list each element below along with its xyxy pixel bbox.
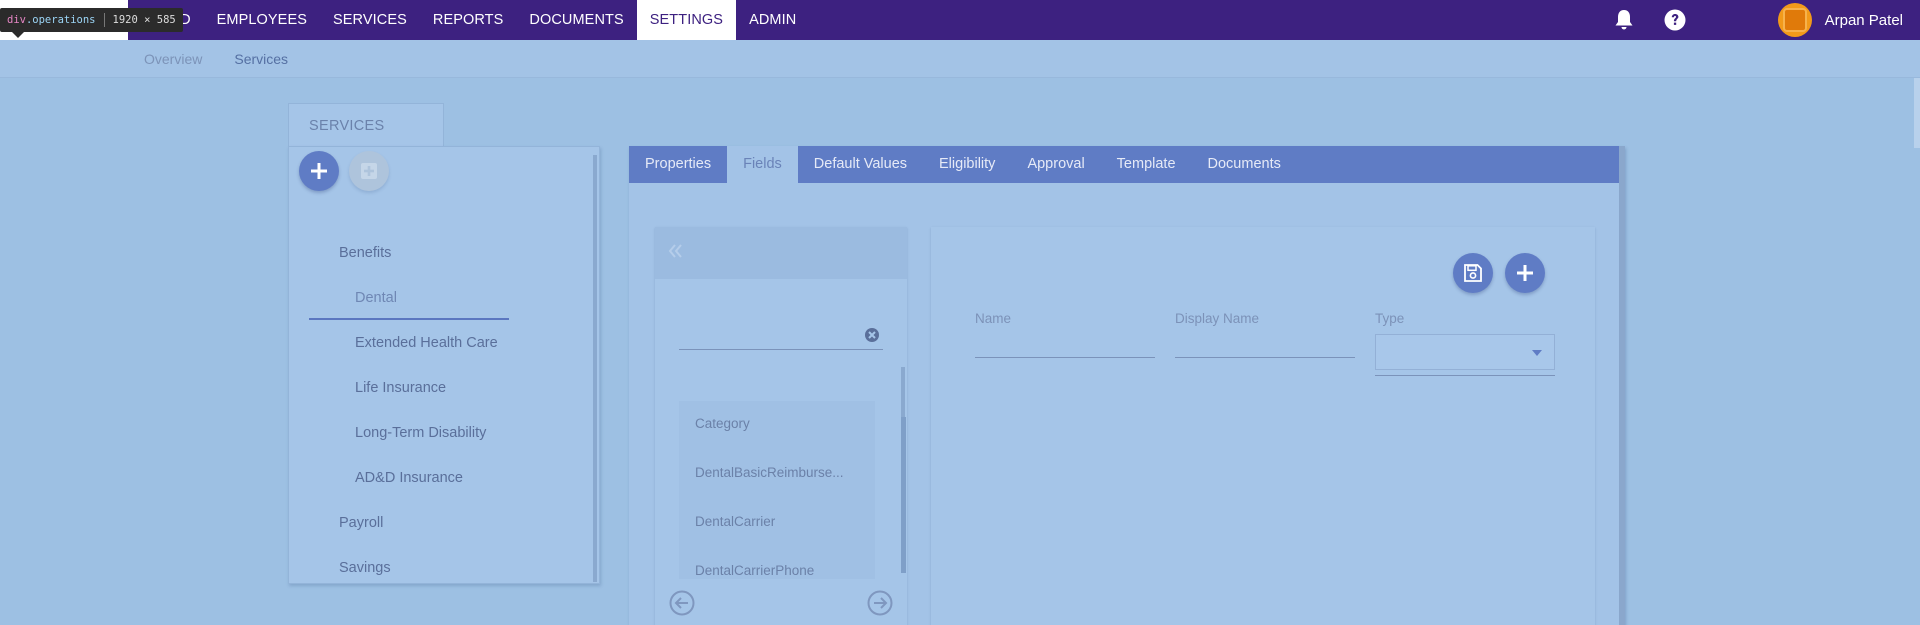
top-nav: HBOARD EMPLOYEES SERVICES REPORTS DOCUME… <box>0 0 1920 40</box>
tab-documents[interactable]: Documents <box>1192 146 1297 183</box>
tooltip-arrow <box>12 32 24 38</box>
tooltip-tag: div <box>7 14 26 26</box>
service-editor: Properties Fields Default Values Eligibi… <box>629 146 1625 625</box>
services-panel <box>288 146 600 584</box>
add-service-button[interactable] <box>299 151 339 191</box>
double-chevron-left-icon[interactable] <box>667 243 685 259</box>
list-item[interactable]: Category <box>695 416 750 431</box>
display-name-label: Display Name <box>1175 311 1260 326</box>
chevron-down-icon <box>1532 350 1542 356</box>
list-item[interactable]: DentalBasicReimburse... <box>695 465 844 480</box>
tree-item-payroll[interactable]: Payroll <box>339 515 383 531</box>
name-field[interactable] <box>975 329 1155 353</box>
tree-item-savings[interactable]: Savings <box>339 560 391 576</box>
list-item[interactable]: DentalCarrierPhone <box>695 563 814 578</box>
tree-item-dental[interactable]: Dental <box>355 290 397 306</box>
fields-list-panel: Category DentalBasicReimburse... DentalC… <box>655 227 907 625</box>
services-panel-border <box>444 146 600 147</box>
plus-square-icon <box>361 163 377 179</box>
tree-item-benefits[interactable]: Benefits <box>339 245 391 261</box>
tooltip-divider <box>103 13 105 27</box>
main-menu: HBOARD EMPLOYEES SERVICES REPORTS DOCUME… <box>128 0 809 40</box>
field-list: Category DentalBasicReimburse... DentalC… <box>679 401 875 579</box>
subnav-services[interactable]: Services <box>234 51 288 67</box>
editor-right-border <box>1619 146 1625 625</box>
type-label: Type <box>1375 311 1405 326</box>
tree-item-extended-health-care[interactable]: Extended Health Care <box>355 335 498 351</box>
type-select-underline <box>1375 375 1555 376</box>
display-name-underline <box>1175 357 1355 358</box>
tab-eligibility[interactable]: Eligibility <box>923 146 1011 183</box>
tab-approval[interactable]: Approval <box>1011 146 1100 183</box>
services-scrollbar[interactable] <box>593 155 597 582</box>
field-search-input[interactable] <box>679 323 859 347</box>
subnav-overview[interactable]: Overview <box>144 51 202 67</box>
tree-item-add-insurance[interactable]: AD&D Insurance <box>355 470 463 486</box>
field-search-underline <box>679 349 883 350</box>
name-label: Name <box>975 311 1012 326</box>
tab-properties[interactable]: Properties <box>629 146 727 183</box>
nav-services[interactable]: SERVICES <box>320 0 420 40</box>
nav-employees[interactable]: EMPLOYEES <box>204 0 320 40</box>
arrow-right-circle-icon[interactable] <box>867 590 893 616</box>
tree-item-long-term-disability[interactable]: Long-Term Disability <box>355 425 486 441</box>
avatar-image <box>1782 8 1807 32</box>
services-panel-tab: SERVICES <box>288 103 444 147</box>
nav-settings[interactable]: SETTINGS <box>636 0 737 40</box>
devtools-tooltip: div .operations 1920 × 585 <box>0 8 183 32</box>
nav-right-tools: Arpan Patel <box>1612 0 1920 40</box>
list-item[interactable]: DentalCarrier <box>695 514 775 529</box>
clear-circle-icon[interactable] <box>864 327 880 343</box>
editor-tabs: Properties Fields Default Values Eligibi… <box>629 146 1619 183</box>
nav-admin[interactable]: ADMIN <box>736 0 809 40</box>
sub-nav: Overview Services <box>0 40 1920 78</box>
field-form: Name Display Name Type <box>931 227 1595 625</box>
display-name-field[interactable] <box>1175 329 1355 353</box>
services-panel-title: SERVICES <box>309 118 385 134</box>
tab-default-values[interactable]: Default Values <box>798 146 923 183</box>
tooltip-size: 1920 × 585 <box>112 14 176 26</box>
nav-documents[interactable]: DOCUMENTS <box>516 0 636 40</box>
save-field-button[interactable] <box>1453 253 1493 293</box>
tooltip-class: .operations <box>25 14 96 26</box>
arrow-left-circle-icon[interactable] <box>669 590 695 616</box>
fields-list-header <box>655 227 907 279</box>
question-circle-icon[interactable] <box>1663 8 1687 32</box>
tree-item-life-insurance[interactable]: Life Insurance <box>355 380 446 396</box>
field-list-scroll-thumb[interactable] <box>901 417 906 573</box>
plus-icon <box>1517 265 1533 281</box>
add-subservice-button[interactable] <box>349 151 389 191</box>
page-scrollbar[interactable] <box>1914 78 1920 148</box>
name-field-underline <box>975 357 1155 358</box>
type-select[interactable] <box>1375 334 1555 370</box>
bell-icon[interactable] <box>1612 8 1636 32</box>
plus-icon <box>311 163 327 179</box>
tab-template[interactable]: Template <box>1101 146 1192 183</box>
tab-fields[interactable]: Fields <box>727 146 798 183</box>
avatar[interactable] <box>1777 3 1812 37</box>
add-field-button[interactable] <box>1505 253 1545 293</box>
save-icon <box>1464 264 1482 282</box>
selected-underline <box>309 318 509 320</box>
nav-reports[interactable]: REPORTS <box>420 0 517 40</box>
user-name[interactable]: Arpan Patel <box>1825 12 1903 29</box>
